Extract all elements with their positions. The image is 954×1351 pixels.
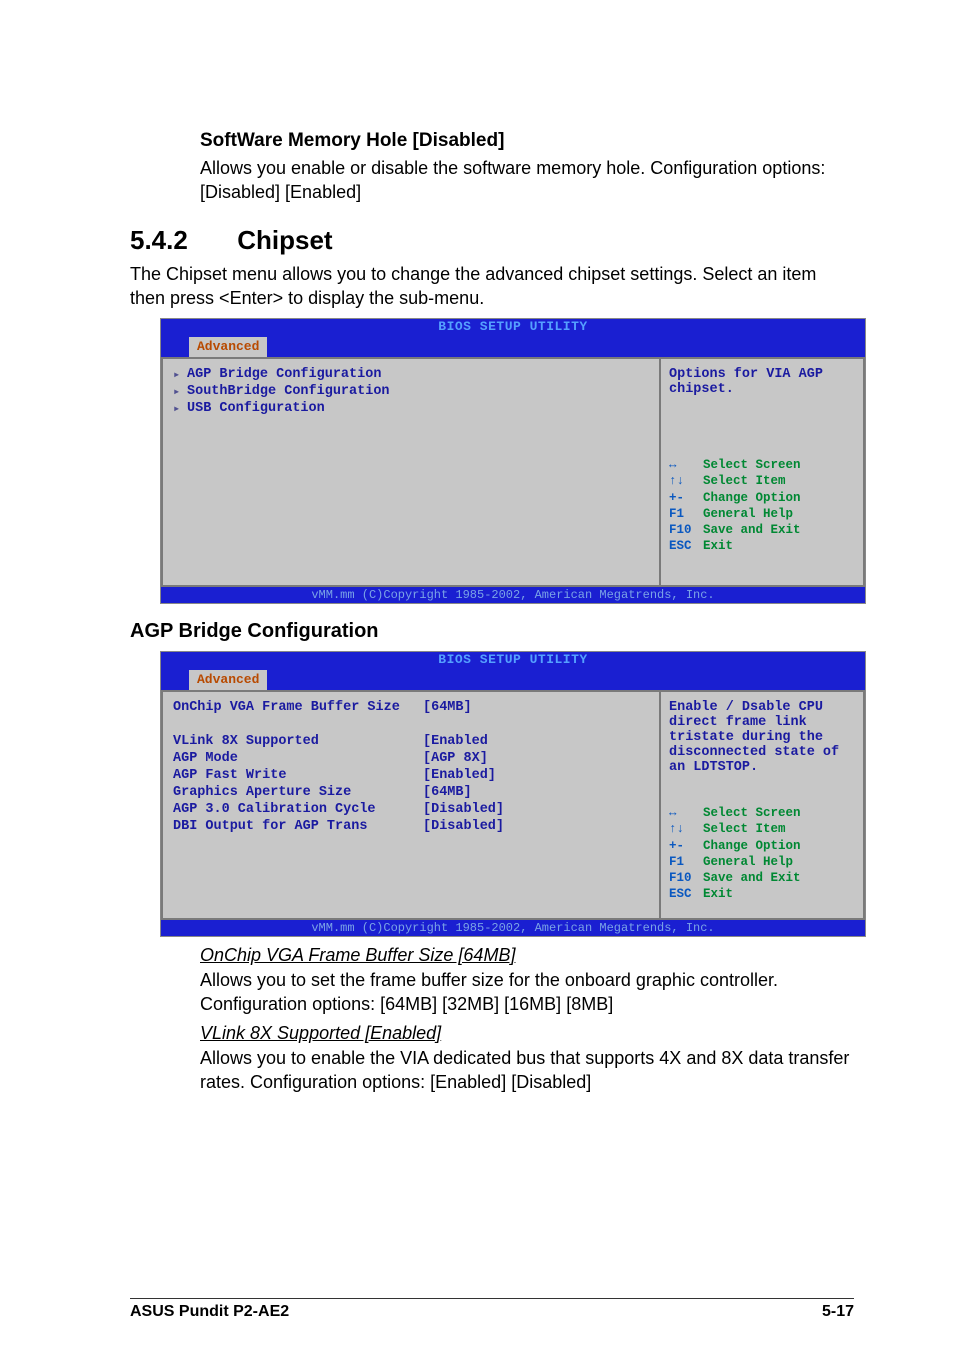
footer-page-number: 5-17 (822, 1303, 854, 1321)
setting-label: OnChip VGA Frame Buffer Size (173, 700, 423, 715)
setting-value: [64MB] (423, 785, 649, 800)
key-action: Save and Exit (703, 871, 801, 885)
setting-value: [AGP 8X] (423, 751, 649, 766)
key-legend: ↔Select Screen ↑↓Select Item +-Change Op… (669, 805, 855, 903)
key-action: Save and Exit (703, 523, 801, 537)
bios-copyright: vMM.mm (C)Copyright 1985-2002, American … (161, 920, 865, 936)
key: ↔ (669, 805, 703, 821)
menu-item[interactable]: ▸AGP Bridge Configuration (173, 367, 649, 382)
menu-item-label: SouthBridge Configuration (187, 384, 390, 399)
setting-row[interactable]: AGP Fast Write[Enabled] (173, 768, 649, 783)
menu-item[interactable]: ▸USB Configuration (173, 401, 649, 416)
key: +- (669, 490, 703, 506)
help-text: Enable / Dsable CPU direct frame link tr… (669, 700, 855, 775)
help-text: Options for VIA AGP chipset. (669, 367, 855, 397)
heading-title: Chipset (237, 225, 332, 255)
submenu-arrow-icon: ▸ (173, 401, 187, 416)
bios-tab-row: Advanced (161, 337, 865, 357)
bios-help-pane: Enable / Dsable CPU direct frame link tr… (660, 690, 865, 920)
key-action: Select Screen (703, 458, 801, 472)
footer-product: ASUS Pundit P2-AE2 (130, 1303, 289, 1321)
key: ↑↓ (669, 473, 703, 489)
setting-row[interactable]: AGP Mode[AGP 8X] (173, 751, 649, 766)
body-onchip-vga: Allows you to set the frame buffer size … (200, 968, 854, 1017)
key: ↑↓ (669, 821, 703, 837)
bios-title-text: BIOS SETUP UTILITY (438, 652, 587, 667)
setting-row[interactable]: AGP 3.0 Calibration Cycle[Disabled] (173, 802, 649, 817)
setting-row[interactable]: VLink 8X Supported[Enabled (173, 734, 649, 749)
setting-row[interactable]: DBI Output for AGP Trans[Disabled] (173, 819, 649, 834)
blank-row (173, 717, 649, 732)
key-action: Select Item (703, 822, 786, 836)
key: F1 (669, 854, 703, 870)
submenu-arrow-icon: ▸ (173, 384, 187, 399)
setting-value: [Disabled] (423, 819, 649, 834)
submenu-arrow-icon: ▸ (173, 367, 187, 382)
key-action: Change Option (703, 839, 801, 853)
bios-titlebar: BIOS SETUP UTILITY (161, 652, 865, 670)
key: ESC (669, 886, 703, 902)
body-vlink-8x: Allows you to enable the VIA dedicated b… (200, 1046, 854, 1095)
key: ESC (669, 538, 703, 554)
bios-titlebar: BIOS SETUP UTILITY (161, 319, 865, 337)
setting-value: [64MB] (423, 700, 649, 715)
menu-item-label: AGP Bridge Configuration (187, 367, 381, 382)
bios-help-pane: Options for VIA AGP chipset. ↔Select Scr… (660, 357, 865, 587)
heading-number: 5.4.2 (130, 225, 230, 256)
bios-copyright: vMM.mm (C)Copyright 1985-2002, American … (161, 587, 865, 603)
setting-label: AGP Mode (173, 751, 423, 766)
key-action: Exit (703, 539, 733, 553)
bios-tab-advanced[interactable]: Advanced (189, 337, 267, 357)
key: ↔ (669, 457, 703, 473)
setting-value: [Enabled] (423, 768, 649, 783)
bios-screenshot-chipset: BIOS SETUP UTILITY Advanced ▸AGP Bridge … (160, 318, 866, 604)
heading-agp-bridge: AGP Bridge Configuration (130, 620, 854, 643)
key-action: Select Item (703, 474, 786, 488)
key: F1 (669, 506, 703, 522)
bios-menu-pane: ▸AGP Bridge Configuration ▸SouthBridge C… (161, 357, 660, 587)
key-legend: ↔Select Screen ↑↓Select Item +-Change Op… (669, 457, 855, 555)
heading-onchip-vga: OnChip VGA Frame Buffer Size [64MB] (200, 945, 854, 966)
key-action: General Help (703, 855, 793, 869)
body-software-memory-hole: Allows you enable or disable the softwar… (200, 156, 854, 205)
bios-tab-advanced[interactable]: Advanced (189, 670, 267, 690)
setting-label: DBI Output for AGP Trans (173, 819, 423, 834)
menu-item-label: USB Configuration (187, 401, 325, 416)
heading-chipset: 5.4.2 Chipset (130, 225, 854, 256)
setting-label: Graphics Aperture Size (173, 785, 423, 800)
heading-vlink-8x: VLink 8X Supported [Enabled] (200, 1023, 854, 1044)
setting-label: AGP 3.0 Calibration Cycle (173, 802, 423, 817)
key-action: Select Screen (703, 806, 801, 820)
setting-label: VLink 8X Supported (173, 734, 423, 749)
key-action: Change Option (703, 491, 801, 505)
bios-settings-pane: OnChip VGA Frame Buffer Size[64MB] VLink… (161, 690, 660, 920)
key: F10 (669, 870, 703, 886)
key: F10 (669, 522, 703, 538)
bios-tab-row: Advanced (161, 670, 865, 690)
key: +- (669, 838, 703, 854)
setting-label: AGP Fast Write (173, 768, 423, 783)
menu-item[interactable]: ▸SouthBridge Configuration (173, 384, 649, 399)
setting-value: [Enabled (423, 734, 649, 749)
heading-software-memory-hole: SoftWare Memory Hole [Disabled] (200, 130, 854, 152)
setting-value: [Disabled] (423, 802, 649, 817)
bios-title-text: BIOS SETUP UTILITY (438, 319, 587, 334)
key-action: General Help (703, 507, 793, 521)
setting-row[interactable]: OnChip VGA Frame Buffer Size[64MB] (173, 700, 649, 715)
bios-screenshot-agp: BIOS SETUP UTILITY Advanced OnChip VGA F… (160, 651, 866, 937)
page-footer: ASUS Pundit P2-AE2 5-17 (130, 1298, 854, 1321)
setting-row[interactable]: Graphics Aperture Size[64MB] (173, 785, 649, 800)
key-action: Exit (703, 887, 733, 901)
chipset-intro: The Chipset menu allows you to change th… (130, 262, 854, 311)
